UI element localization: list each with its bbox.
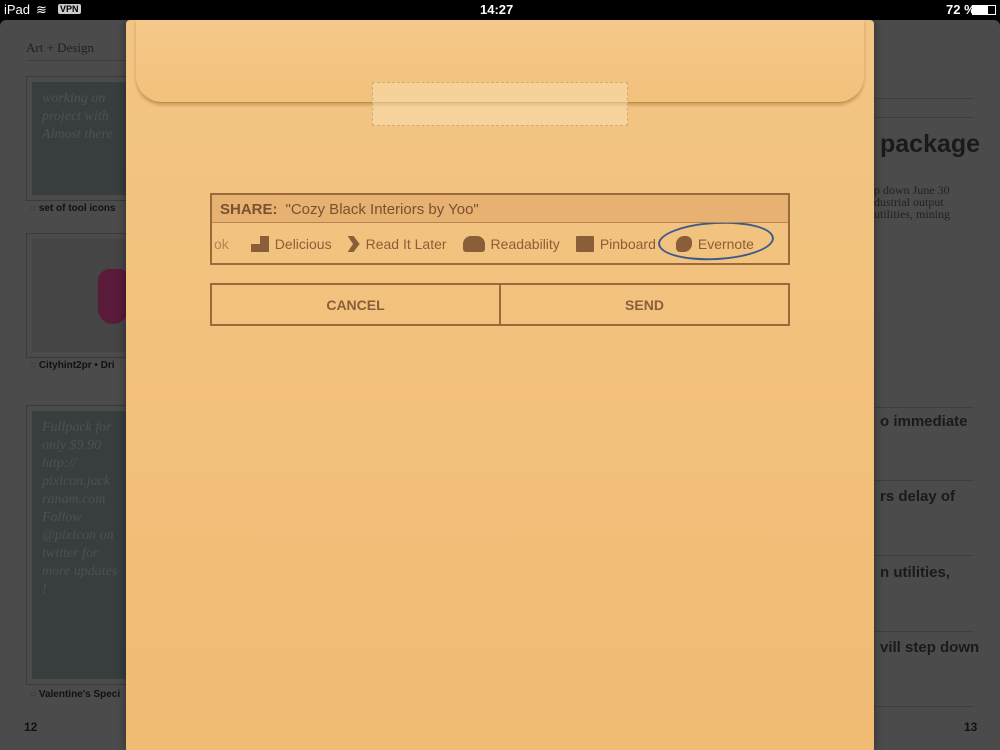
page-number-right: 13 [964,720,978,734]
article-summary: p down June 30 dustrial output utilities… [874,183,951,221]
delicious-icon [250,236,269,252]
news-item[interactable]: o immediate [880,413,968,430]
share-label: SHARE: [220,201,278,218]
selection-circle [656,223,775,264]
news-item[interactable]: rs delay of [880,488,955,505]
tape-strip [372,82,628,126]
readability-icon [462,236,485,252]
article-card[interactable]: working on project with Almost there [26,76,136,201]
page-number-left: 12 [24,720,38,734]
status-bar: iPad ≋ VPN 14:27 72 % [0,0,1000,20]
action-buttons: CANCEL SEND [210,283,790,326]
service-evernote[interactable]: Evernote [656,223,775,264]
news-item[interactable]: vill step down [880,639,979,656]
wifi-icon: ≋ [36,2,47,17]
news-item[interactable]: n utilities, [880,564,950,581]
service-readability[interactable]: Readability [462,236,560,252]
read-it-later-icon [347,236,360,252]
section-title: Art + Design [26,40,94,55]
card-caption[interactable]: Valentine's Speci [30,689,120,700]
article-card[interactable] [26,233,136,358]
hand-image [98,269,128,324]
cancel-button[interactable]: CANCEL [212,285,499,324]
service-pinboard[interactable]: Pinboard [575,236,656,252]
clock: 14:27 [480,2,514,17]
share-panel: SHARE: "Cozy Black Interiors by Yoo" ok D… [210,193,790,265]
article-card[interactable]: Fullpack for only $9.90 http:// pixicon.… [26,405,136,685]
service-read-it-later[interactable]: Read It Later [347,236,447,252]
send-button[interactable]: SEND [499,285,788,324]
device-label: iPad [4,2,31,17]
card-caption[interactable]: Cityhint2pr • Dri [30,360,115,371]
service-list[interactable]: ok Delicious Read It Later Readability P… [212,223,788,265]
service-delicious[interactable]: Delicious [250,236,332,252]
pinboard-icon [575,236,594,252]
share-title: "Cozy Black Interiors by Yoo" [285,201,479,218]
card-caption[interactable]: set of tool icons [30,203,116,214]
share-header: SHARE: "Cozy Black Interiors by Yoo" [212,195,788,223]
service-facebook[interactable]: ok [214,236,229,252]
vpn-badge: VPN [58,4,81,14]
share-envelope-dialog: SHARE: "Cozy Black Interiors by Yoo" ok D… [126,20,874,750]
article-headline[interactable]: package [880,130,980,159]
battery-icon [972,5,996,15]
